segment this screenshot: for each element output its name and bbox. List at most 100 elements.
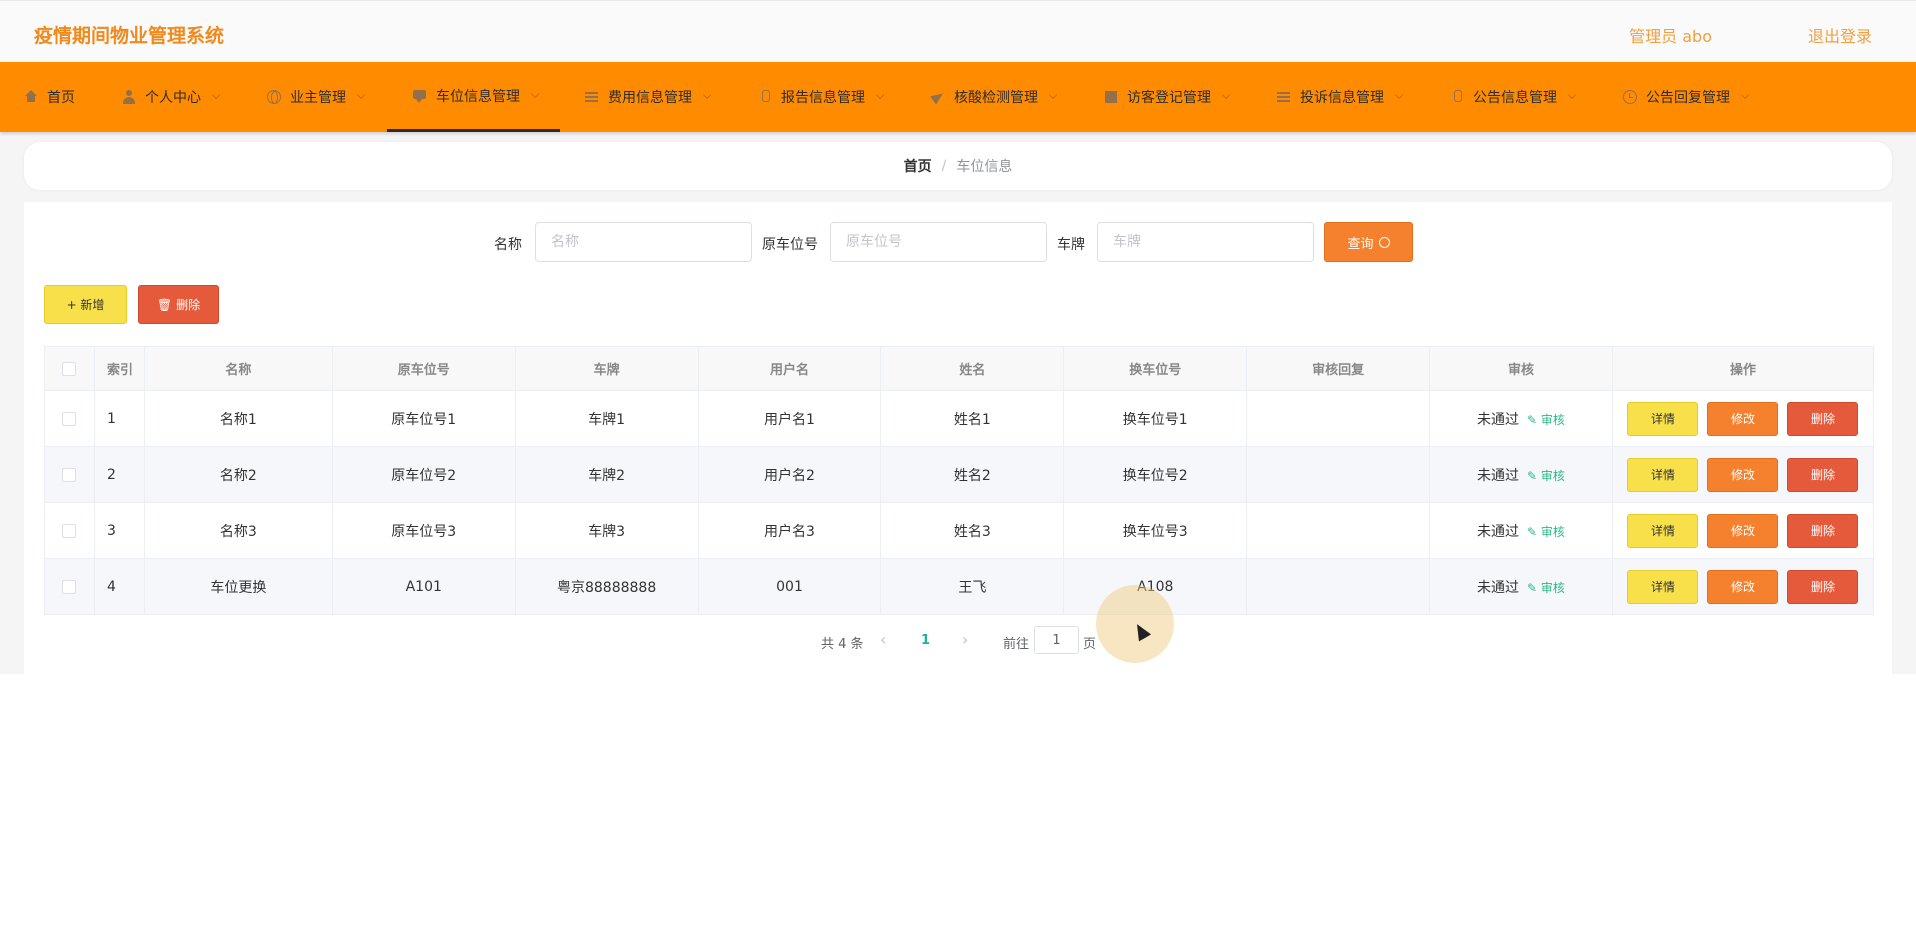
cell-reply — [1246, 446, 1431, 503]
add-button[interactable]: + 新增 — [44, 285, 127, 324]
cell-orig-spot: 原车位号3 — [331, 502, 516, 559]
logout-link[interactable]: 退出登录 — [1808, 23, 1872, 47]
row-checkbox[interactable] — [62, 579, 77, 594]
chevron-down-icon — [1394, 90, 1404, 100]
cell-operations: 详情 修改 删除 — [1611, 390, 1875, 447]
list-icon — [1277, 90, 1291, 104]
query-button[interactable]: 查询 — [1324, 222, 1413, 262]
orig-spot-input[interactable] — [830, 222, 1047, 262]
trash-icon: 🗑︎ — [156, 297, 173, 312]
edit-button[interactable]: 修改 — [1707, 513, 1779, 548]
cell-username: 用户名2 — [697, 446, 882, 503]
plate-input[interactable] — [1097, 222, 1314, 262]
audit-status: 未通过 — [1477, 579, 1520, 596]
detail-button[interactable]: 详情 — [1627, 513, 1699, 548]
cell-name: 名称2 — [143, 446, 333, 503]
row-checkbox[interactable] — [62, 523, 77, 538]
select-all-cell — [44, 346, 95, 391]
row-checkbox-cell — [44, 558, 95, 615]
page-number-active[interactable]: 1 — [921, 633, 930, 648]
prev-page-icon[interactable]: ‹ — [880, 630, 886, 649]
nav-item-report-management[interactable]: 报告信息管理 — [758, 62, 885, 132]
top-header: 疫情期间物业管理系统 管理员 abo 退出登录 — [0, 0, 1916, 62]
current-user-label: 管理员 abo — [1629, 27, 1712, 46]
audit-link-label: 审核 — [1540, 524, 1565, 539]
detail-button[interactable]: 详情 — [1627, 457, 1699, 492]
home-icon — [24, 90, 38, 104]
cell-reply — [1246, 390, 1431, 447]
nav-item-home[interactable]: 首页 — [24, 62, 75, 132]
clock-icon — [1623, 90, 1637, 104]
col-header: 审核回复 — [1246, 346, 1431, 391]
delete-button[interactable]: 删除 — [1787, 513, 1859, 548]
plane-icon — [931, 90, 945, 104]
audit-status: 未通过 — [1477, 467, 1520, 484]
pencil-icon: ✎ — [1527, 580, 1538, 595]
cell-reply — [1246, 558, 1431, 615]
audit-link-label: 审核 — [1540, 468, 1565, 483]
cell-audit: 未通过 ✎ 审核 — [1429, 502, 1613, 559]
audit-status: 未通过 — [1477, 523, 1520, 540]
edit-button[interactable]: 修改 — [1707, 457, 1779, 492]
pencil-icon: ✎ — [1527, 468, 1538, 483]
cell-username: 001 — [697, 558, 882, 615]
detail-button[interactable]: 详情 — [1627, 569, 1699, 604]
nav-item-visitor-management[interactable]: 访客登记管理 — [1104, 62, 1231, 132]
col-header: 名称 — [143, 346, 333, 391]
nav-item-label: 投诉信息管理 — [1300, 90, 1384, 106]
audit-link[interactable]: ✎ 审核 — [1527, 469, 1565, 483]
row-checkbox[interactable] — [62, 467, 77, 482]
nav-item-personal-center[interactable]: 个人中心 — [122, 62, 221, 132]
table-row: 1 名称1 原车位号1 车牌1 用户名1 姓名1 换车位号1 未通过 ✎ 审核 详… — [44, 390, 1875, 447]
nav-item-parking-management[interactable]: 车位信息管理 — [387, 62, 560, 132]
detail-button[interactable]: 详情 — [1627, 401, 1699, 436]
query-button-label: 查询 — [1347, 236, 1374, 252]
audit-link[interactable]: ✎ 审核 — [1527, 581, 1565, 595]
chevron-down-icon — [875, 90, 885, 100]
col-header: 姓名 — [880, 346, 1065, 391]
cell-new-spot: 换车位号1 — [1063, 390, 1248, 447]
name-input[interactable] — [535, 222, 752, 262]
page-suffix: 页 — [1083, 637, 1097, 652]
nav-item-fee-management[interactable]: 费用信息管理 — [585, 62, 712, 132]
edit-button[interactable]: 修改 — [1707, 569, 1779, 604]
col-header: 换车位号 — [1063, 346, 1248, 391]
audit-link[interactable]: ✎ 审核 — [1527, 413, 1565, 427]
list-icon — [585, 90, 599, 104]
col-header: 索引 — [93, 346, 145, 391]
goto-page-input[interactable] — [1034, 626, 1079, 654]
cell-operations: 详情 修改 删除 — [1611, 502, 1875, 559]
col-header: 车牌 — [514, 346, 699, 391]
app-title: 疫情期间物业管理系统 — [34, 25, 225, 47]
nav-item-nucleic-test-management[interactable]: 核酸检测管理 — [931, 62, 1058, 132]
nav-item-owner-management[interactable]: 业主管理 — [267, 62, 366, 132]
nav-item-notice-management[interactable]: 公告信息管理 — [1450, 62, 1577, 132]
delete-button[interactable]: 删除 — [1787, 401, 1859, 436]
delete-button[interactable]: 删除 — [1787, 457, 1859, 492]
chevron-down-icon — [530, 89, 540, 98]
cell-operations: 详情 修改 删除 — [1611, 446, 1875, 503]
row-checkbox[interactable] — [62, 411, 77, 426]
nav-item-notice-reply-management[interactable]: 公告回复管理 — [1623, 62, 1750, 132]
edit-button[interactable]: 修改 — [1707, 401, 1779, 436]
nav-item-complaint-management[interactable]: 投诉信息管理 — [1277, 62, 1404, 132]
main-nav: 首页 个人中心 业主管理 车位信息管理 费用信息管理 报告信息管理 核酸检测管理… — [0, 62, 1916, 132]
delete-button[interactable]: 删除 — [1787, 569, 1859, 604]
select-all-checkbox[interactable] — [62, 361, 77, 376]
audit-status: 未通过 — [1477, 411, 1520, 428]
cell-plate: 粤京88888888 — [514, 558, 699, 615]
breadcrumb-home[interactable]: 首页 — [904, 156, 932, 176]
globe-icon — [267, 90, 281, 104]
search-icon — [1378, 236, 1390, 248]
chevron-down-icon — [1221, 90, 1231, 100]
table-header-row: 索引 名称 原车位号 车牌 用户名 姓名 换车位号 审核回复 审核 操作 — [44, 346, 1875, 391]
next-page-icon[interactable]: › — [962, 630, 968, 649]
chevron-down-icon — [1740, 90, 1750, 100]
audit-link[interactable]: ✎ 审核 — [1527, 525, 1565, 539]
breadcrumb: 首页 / 车位信息 — [24, 142, 1892, 190]
cell-realname: 王飞 — [880, 558, 1065, 615]
cell-realname: 姓名1 — [880, 390, 1065, 447]
batch-delete-button[interactable]: 🗑︎ 删除 — [138, 285, 219, 324]
cell-reply — [1246, 502, 1431, 559]
table-row: 4 车位更换 A101 粤京88888888 001 王飞 A108 未通过 ✎ … — [44, 558, 1875, 615]
